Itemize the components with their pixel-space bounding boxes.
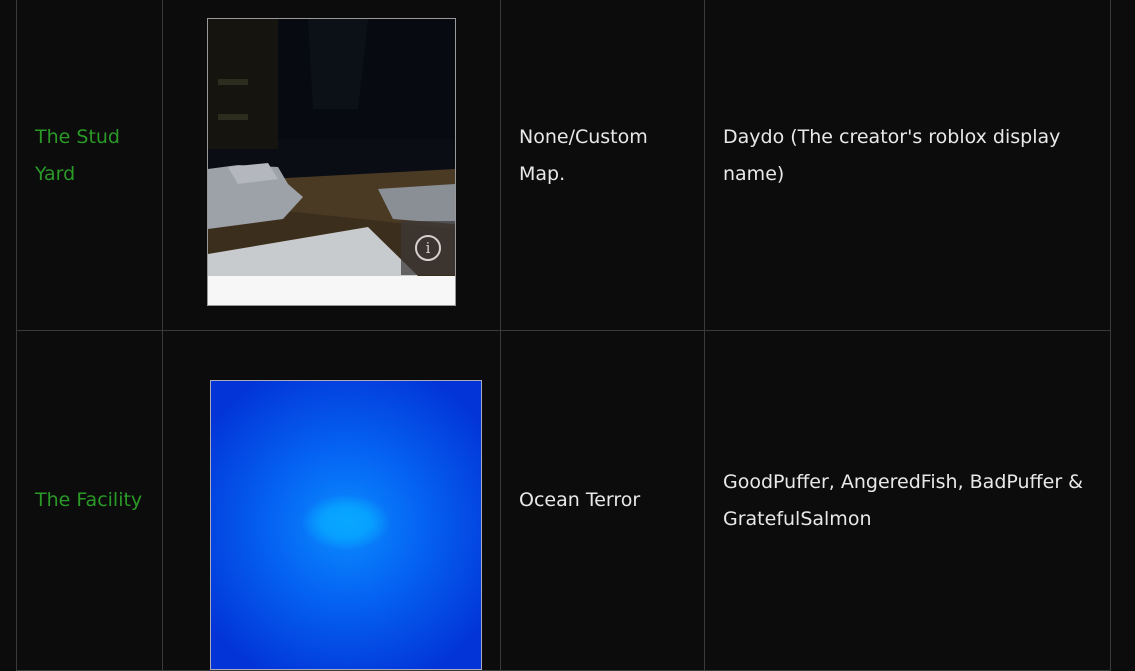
maps-table: The Stud Yard i None/Custom Map. Daydo (… xyxy=(16,0,1111,671)
map-name-link[interactable]: The Facility xyxy=(35,489,142,511)
map-name-cell: The Facility xyxy=(16,330,163,671)
enemies-cell: None/Custom Map. xyxy=(500,0,705,331)
info-icon: i xyxy=(415,234,441,261)
enemies-cell: Ocean Terror xyxy=(500,330,705,671)
info-button[interactable]: i xyxy=(401,220,455,275)
table-row: The Stud Yard i None/Custom Map. Daydo (… xyxy=(16,0,1111,331)
map-image-cell xyxy=(162,330,501,671)
map-name-cell: The Stud Yard xyxy=(16,0,163,331)
map-image-cell: i xyxy=(162,0,501,331)
table-row: The Facility Ocean Terror GoodPuffer, An… xyxy=(16,330,1111,671)
map-image[interactable] xyxy=(210,379,482,670)
creator-cell: Daydo (The creator's roblox display name… xyxy=(704,0,1111,331)
map-image[interactable]: i xyxy=(207,17,456,306)
map-name-link[interactable]: The Stud Yard xyxy=(35,126,120,185)
creator-cell: GoodPuffer, AngeredFish, BadPuffer & Gra… xyxy=(704,330,1111,671)
